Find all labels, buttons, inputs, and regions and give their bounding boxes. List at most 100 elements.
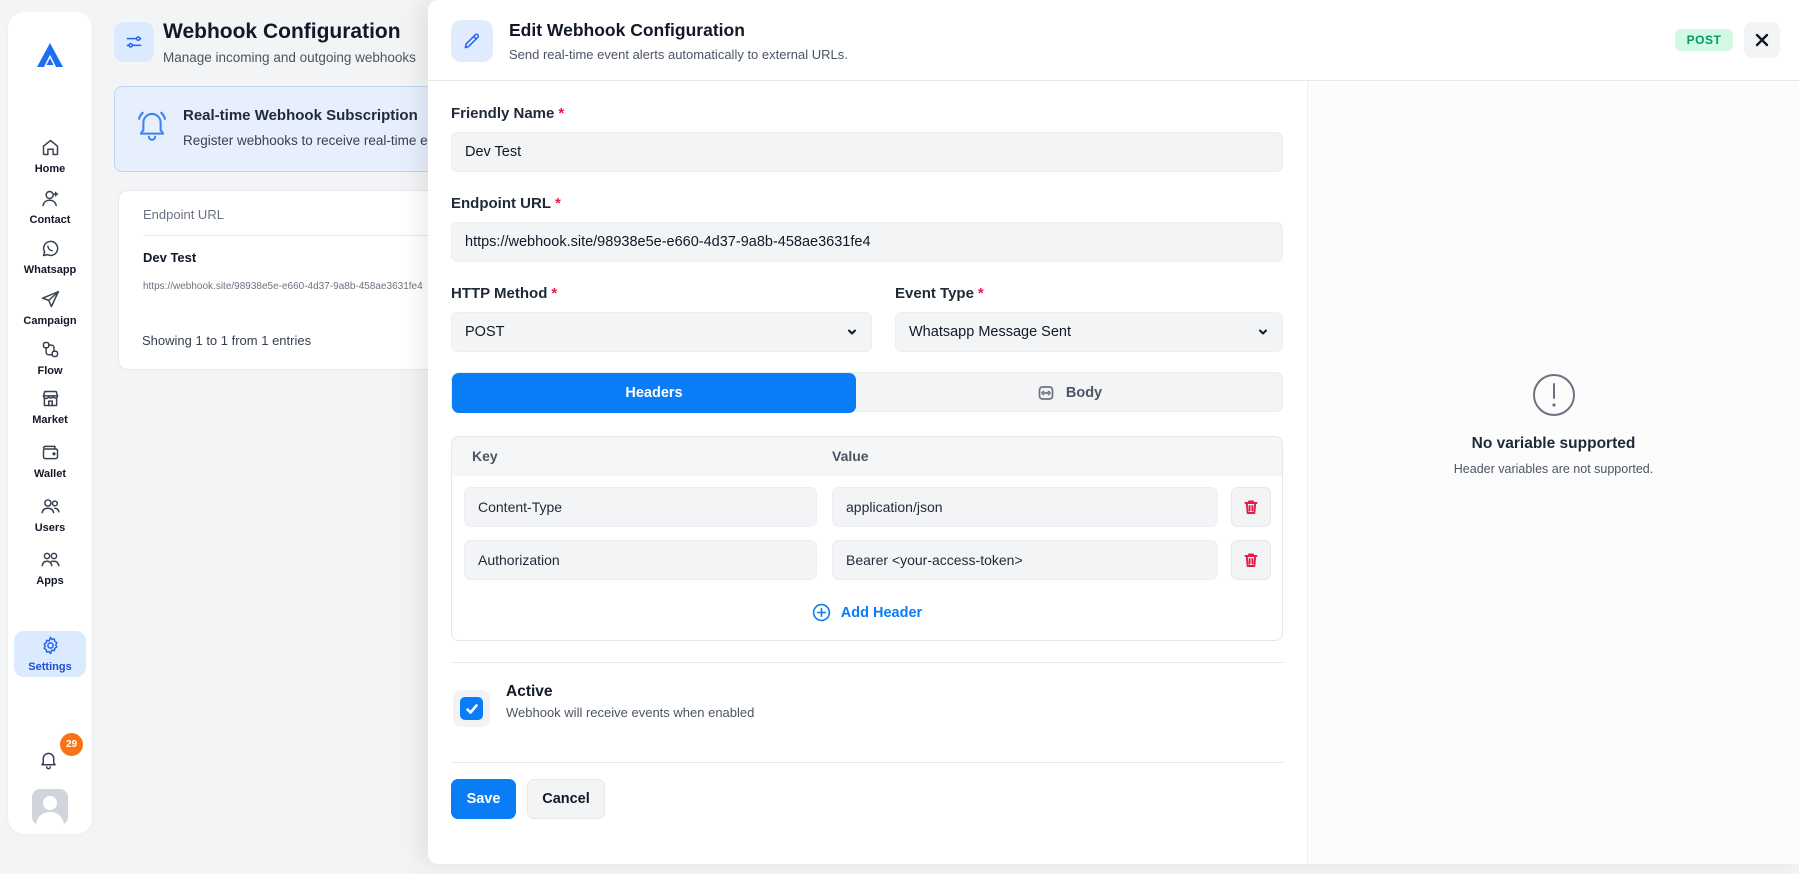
sidebar-item-label: Users bbox=[34, 522, 66, 534]
sidebar-item-label: Contact bbox=[29, 214, 71, 226]
http-method-label: HTTP Method * bbox=[451, 285, 557, 302]
endpoint-url-label: Endpoint URL * bbox=[451, 195, 561, 212]
close-icon bbox=[1755, 33, 1769, 47]
active-description: Webhook will receive events when enabled bbox=[506, 705, 755, 720]
table-row-url: https://webhook.site/98938e5e-e660-4d37-… bbox=[143, 281, 423, 292]
edit-webhook-drawer: Edit Webhook Configuration Send real-tim… bbox=[428, 0, 1799, 864]
column-header-key: Key bbox=[472, 448, 498, 464]
column-header-value: Value bbox=[832, 448, 869, 464]
tab-body[interactable]: Body bbox=[856, 373, 1284, 413]
notifications-button[interactable]: 29 bbox=[38, 733, 83, 775]
header-value-input[interactable] bbox=[832, 487, 1218, 527]
webhook-list-card: Endpoint URL Dev Test https://webhook.si… bbox=[118, 190, 438, 370]
sidebar: Home Contact Whatsapp Campaign Flow Mark… bbox=[8, 12, 92, 834]
sidebar-item-campaign[interactable]: Campaign bbox=[14, 283, 86, 333]
users-icon bbox=[40, 499, 60, 514]
bell-icon bbox=[138, 111, 166, 141]
banner-description: Register webhooks to receive real-time e bbox=[183, 133, 428, 148]
friendly-name-label: Friendly Name * bbox=[451, 105, 564, 122]
divider bbox=[451, 762, 1283, 763]
pagination-summary: Showing 1 to 1 from 1 entries bbox=[142, 333, 312, 348]
trash-icon bbox=[1244, 500, 1258, 514]
http-method-value: POST bbox=[465, 324, 505, 340]
check-icon bbox=[465, 703, 478, 714]
column-header-endpoint-url: Endpoint URL bbox=[143, 207, 224, 222]
bell-icon bbox=[41, 752, 56, 770]
delete-header-button[interactable] bbox=[1231, 540, 1271, 580]
subscription-banner: Real-time Webhook Subscription Register … bbox=[114, 86, 444, 172]
cancel-button[interactable]: Cancel bbox=[527, 779, 605, 819]
flow-icon bbox=[42, 341, 58, 358]
app-logo-icon[interactable] bbox=[34, 39, 66, 71]
required-marker: * bbox=[977, 285, 984, 302]
chevron-down-icon bbox=[848, 329, 856, 335]
add-header-button[interactable]: Add Header bbox=[452, 603, 1282, 622]
header-key-input[interactable] bbox=[464, 487, 817, 527]
event-type-select[interactable]: Whatsapp Message Sent bbox=[895, 312, 1283, 352]
apps-icon bbox=[40, 552, 60, 567]
plus-circle-icon bbox=[812, 603, 830, 622]
whatsapp-icon bbox=[42, 240, 58, 257]
no-variable-description: Header variables are not supported. bbox=[1453, 462, 1654, 476]
page-title: Webhook Configuration bbox=[163, 20, 401, 43]
save-button[interactable]: Save bbox=[451, 779, 516, 819]
event-type-value: Whatsapp Message Sent bbox=[909, 324, 1072, 340]
tab-body-label: Body bbox=[1065, 385, 1103, 401]
header-key-input[interactable] bbox=[464, 540, 817, 580]
headers-table: Key Value Add Header bbox=[451, 436, 1283, 641]
http-method-select[interactable]: POST bbox=[451, 312, 872, 352]
campaign-icon bbox=[41, 290, 59, 308]
variables-panel: No variable supported Header variables a… bbox=[1307, 81, 1799, 864]
drawer-subtitle: Send real-time event alerts automaticall… bbox=[509, 47, 848, 62]
sidebar-item-home[interactable]: Home bbox=[14, 131, 86, 181]
wallet-icon bbox=[42, 445, 58, 460]
tab-headers[interactable]: Headers bbox=[452, 373, 856, 413]
header-value-input[interactable] bbox=[832, 540, 1218, 580]
checkbox-checked bbox=[460, 697, 483, 720]
page-subtitle: Manage incoming and outgoing webhooks bbox=[163, 50, 416, 65]
sidebar-item-apps[interactable]: Apps bbox=[14, 543, 86, 593]
friendly-name-label-text: Friendly Name bbox=[451, 105, 555, 122]
drawer-header: Edit Webhook Configuration Send real-tim… bbox=[428, 0, 1799, 81]
user-avatar-icon bbox=[36, 796, 64, 825]
warning-icon-wrap bbox=[1532, 373, 1576, 417]
http-method-label-text: HTTP Method bbox=[451, 285, 548, 302]
active-checkbox[interactable] bbox=[453, 690, 490, 727]
friendly-name-input[interactable] bbox=[451, 132, 1283, 172]
sidebar-item-label: Flow bbox=[37, 365, 63, 377]
delete-header-button[interactable] bbox=[1231, 487, 1271, 527]
notification-count-badge: 29 bbox=[60, 733, 83, 756]
add-header-label: Add Header bbox=[840, 604, 923, 621]
trash-icon bbox=[1244, 553, 1258, 567]
chevron-down-icon bbox=[1259, 329, 1267, 335]
webhook-settings-icon bbox=[114, 22, 154, 62]
sidebar-item-market[interactable]: Market bbox=[14, 382, 86, 432]
required-marker: * bbox=[551, 285, 558, 302]
sidebar-item-users[interactable]: Users bbox=[14, 490, 86, 540]
sidebar-item-contact[interactable]: Contact bbox=[14, 182, 86, 232]
sidebar-item-wallet[interactable]: Wallet bbox=[14, 436, 86, 486]
method-badge: POST bbox=[1675, 29, 1733, 51]
active-label: Active bbox=[506, 683, 553, 700]
required-marker: * bbox=[558, 105, 565, 122]
sidebar-item-label: Market bbox=[32, 414, 68, 426]
avatar[interactable] bbox=[32, 789, 68, 825]
close-button[interactable] bbox=[1744, 22, 1780, 58]
sidebar-item-whatsapp[interactable]: Whatsapp bbox=[14, 232, 86, 282]
drawer-title: Edit Webhook Configuration bbox=[509, 20, 745, 40]
event-type-label-text: Event Type bbox=[895, 285, 974, 302]
webhook-form: Friendly Name* Endpoint URL* HTTP Method… bbox=[451, 81, 1283, 864]
endpoint-url-label-text: Endpoint URL bbox=[451, 195, 551, 212]
no-variable-title: No variable supported bbox=[1471, 435, 1636, 452]
headers-table-head: Key Value bbox=[452, 437, 1282, 476]
table-row-name[interactable]: Dev Test bbox=[143, 250, 196, 265]
gear-icon bbox=[42, 636, 58, 655]
code-box-icon bbox=[1038, 386, 1054, 400]
market-icon bbox=[42, 390, 58, 407]
endpoint-url-input[interactable] bbox=[451, 222, 1283, 262]
sidebar-item-flow[interactable]: Flow bbox=[14, 333, 86, 383]
home-icon bbox=[42, 139, 58, 156]
sidebar-item-settings[interactable]: Settings bbox=[14, 631, 86, 677]
contact-icon bbox=[41, 190, 58, 207]
sliders-icon bbox=[126, 36, 142, 48]
